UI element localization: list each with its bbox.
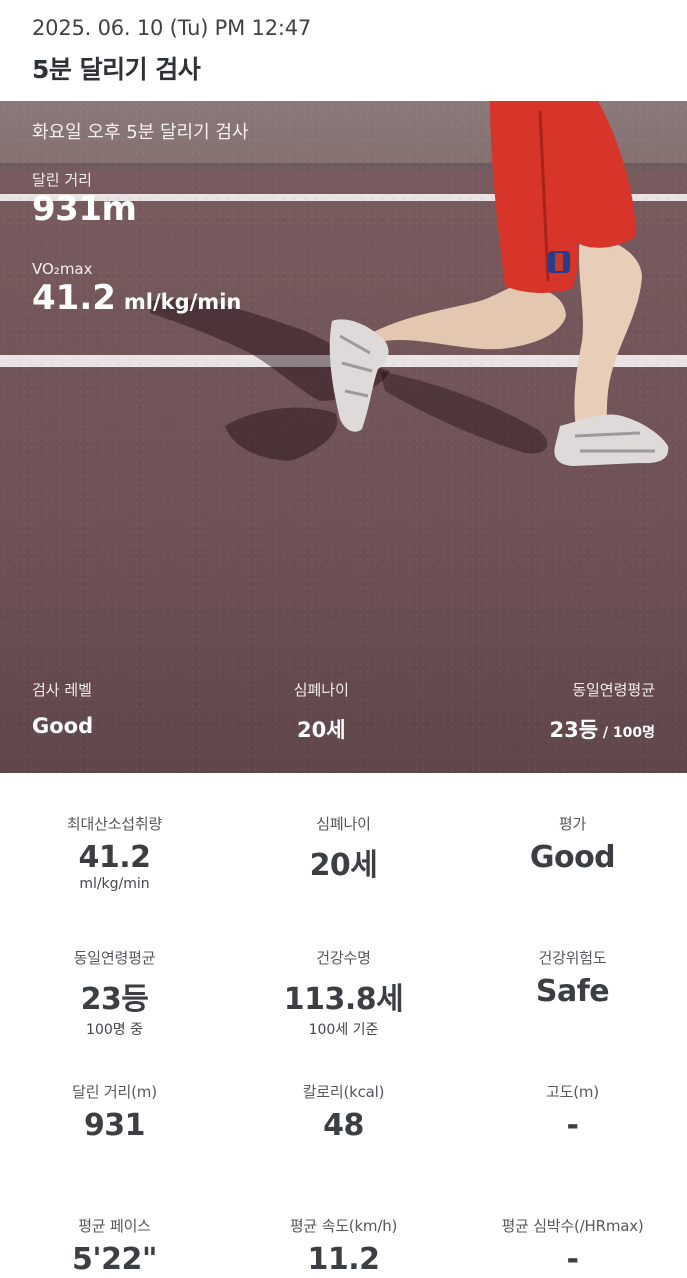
test-datetime: 2025. 06. 10 (Tu) PM 12:47 — [32, 16, 312, 40]
fitness-age-label: 심폐나이 — [293, 681, 349, 699]
peer-rank-value: 23등 / 100명 — [549, 714, 655, 744]
stat-value: 41.2 — [78, 840, 151, 875]
stat-peer-rank: 동일연령평균 23등 100명 중 — [0, 947, 229, 1081]
stat-avg-heart-rate: 평균 심박수(/HRmax) - — [458, 1215, 687, 1278]
stat-label: 건강수명 — [316, 949, 371, 967]
peer-rank-number: 23등 — [549, 718, 599, 742]
test-level-value: Good — [32, 714, 94, 738]
stat-unit: 100명 중 — [86, 1022, 143, 1038]
vo2max-number: 41.2 — [32, 278, 116, 318]
stat-label: 동일연령평균 — [73, 949, 156, 967]
stat-label: 심폐나이 — [316, 815, 371, 833]
stat-value: - — [566, 1242, 579, 1277]
stat-value: 48 — [323, 1108, 364, 1143]
stat-fitness-age: 심폐나이 20세 — [229, 813, 458, 947]
stat-label: 평가 — [558, 815, 587, 833]
stat-altitude: 고도(m) - — [458, 1081, 687, 1215]
stat-unit: ml/kg/min — [79, 876, 150, 892]
stat-label: 칼로리(kcal) — [302, 1083, 385, 1101]
stats-row: 평균 페이스 5'22" 평균 속도(km/h) 11.2 평균 심박수(/HR… — [0, 1215, 687, 1278]
stat-value: Good — [529, 840, 616, 875]
peer-rank: 동일연령평균 23등 / 100명 — [549, 679, 655, 759]
stat-rating: 평가 Good — [458, 813, 687, 947]
distance-label: 달린 거리 — [32, 171, 92, 189]
stat-value: 20세 — [309, 848, 378, 883]
stat-calories: 칼로리(kcal) 48 — [229, 1081, 458, 1215]
stat-avg-pace: 평균 페이스 5'22" — [0, 1215, 229, 1278]
stat-healthy-lifespan: 건강수명 113.8세 100세 기준 — [229, 947, 458, 1081]
page-header: 2025. 06. 10 (Tu) PM 12:47 5분 달리기 검사 — [0, 0, 687, 101]
stat-value: 931 — [83, 1108, 146, 1143]
stat-distance: 달린 거리(m) 931 — [0, 1081, 229, 1215]
stat-label: 달린 거리(m) — [72, 1083, 157, 1101]
stats-row: 동일연령평균 23등 100명 중 건강수명 113.8세 100세 기준 건강… — [0, 947, 687, 1081]
stat-label: 고도(m) — [546, 1083, 599, 1101]
stat-value: 113.8세 — [283, 982, 404, 1017]
stat-value: 23등 — [80, 982, 149, 1017]
distance-value: 931m — [32, 189, 137, 229]
vo2max-unit: ml/kg/min — [123, 290, 242, 314]
vo2max-value: 41.2 ml/kg/min — [32, 278, 241, 318]
peer-rank-label: 동일연령평균 — [572, 681, 655, 699]
stats-row: 달린 거리(m) 931 칼로리(kcal) 48 고도(m) - — [0, 1081, 687, 1215]
stat-health-risk: 건강위험도 Safe — [458, 947, 687, 1081]
hero-summary-row: 검사 레벨 Good 심폐나이 20세 동일연령평균 23등 / 100명 — [0, 679, 687, 759]
stat-vo2max: 최대산소섭취량 41.2 ml/kg/min — [0, 813, 229, 947]
hero-subtitle: 화요일 오후 5분 달리기 검사 — [32, 122, 249, 143]
test-level: 검사 레벨 Good — [32, 679, 93, 759]
vo2max-label: VO₂max — [32, 260, 93, 278]
stats-grid: 최대산소섭취량 41.2 ml/kg/min 심폐나이 20세 평가 Good … — [0, 773, 687, 1278]
stat-unit: 100세 기준 — [308, 1022, 379, 1038]
stat-label: 최대산소섭취량 — [66, 815, 163, 833]
stat-value: Safe — [535, 974, 610, 1009]
hero-image: 화요일 오후 5분 달리기 검사 달린 거리 931m VO₂max 41.2 m… — [0, 101, 687, 773]
stat-value: - — [566, 1108, 579, 1143]
stat-label: 평균 페이스 — [78, 1217, 151, 1235]
stat-value: 5'22" — [72, 1242, 157, 1277]
fitness-age-value: 20세 — [297, 718, 346, 742]
peer-rank-suffix: / 100명 — [598, 725, 655, 741]
stat-label: 건강위험도 — [538, 949, 607, 967]
stat-avg-speed: 평균 속도(km/h) 11.2 — [229, 1215, 458, 1278]
fitness-age: 심폐나이 20세 — [294, 679, 349, 759]
page-title: 5분 달리기 검사 — [32, 55, 201, 84]
stat-label: 평균 심박수(/HRmax) — [501, 1217, 644, 1235]
stat-value: 11.2 — [307, 1242, 380, 1277]
stats-row: 최대산소섭취량 41.2 ml/kg/min 심폐나이 20세 평가 Good — [0, 813, 687, 947]
stat-label: 평균 속도(km/h) — [289, 1217, 398, 1235]
test-level-label: 검사 레벨 — [32, 681, 92, 699]
